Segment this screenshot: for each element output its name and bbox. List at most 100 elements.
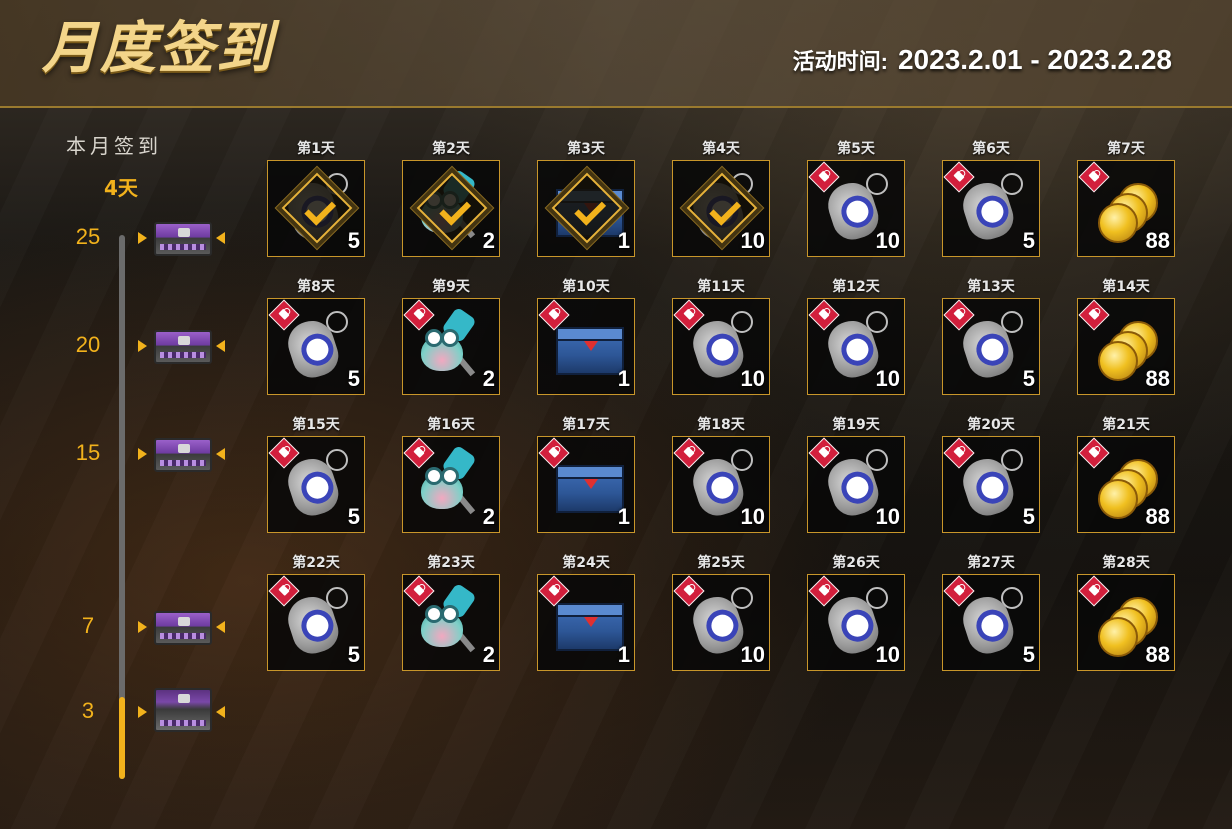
day-label: 第5天	[837, 141, 875, 157]
reward-quantity: 10	[740, 504, 765, 529]
day-reward-1[interactable]: 第1天 5	[267, 138, 365, 258]
purple-chest-icon[interactable]	[154, 222, 212, 256]
pointer-right-icon	[216, 340, 225, 352]
day-label: 第7天	[1107, 141, 1145, 157]
day-label: 第23天	[427, 555, 475, 571]
reward-slot[interactable]: 10	[672, 574, 770, 671]
day-reward-9[interactable]: 第9天 2	[402, 276, 500, 396]
reward-slot[interactable]: 5	[942, 436, 1040, 533]
day-label: 第9天	[432, 279, 470, 295]
reward-quantity: 10	[875, 228, 900, 253]
reward-quantity: 5	[347, 366, 360, 391]
day-reward-7[interactable]: 第7天 88	[1077, 138, 1175, 258]
reward-quantity: 2	[482, 642, 495, 667]
day-reward-27[interactable]: 第27天 5	[942, 552, 1040, 672]
day-reward-18[interactable]: 第18天 10	[672, 414, 770, 534]
day-reward-10[interactable]: 第10天 1	[537, 276, 635, 396]
day-reward-17[interactable]: 第17天 1	[537, 414, 635, 534]
day-reward-21[interactable]: 第21天 88	[1077, 414, 1175, 534]
day-reward-12[interactable]: 第12天 10	[807, 276, 905, 396]
reward-slot[interactable]: 10	[672, 298, 770, 395]
reward-slot[interactable]: 2	[402, 298, 500, 395]
reward-slot[interactable]: 5	[942, 574, 1040, 671]
reward-quantity: 10	[875, 642, 900, 667]
reward-quantity: 1	[617, 504, 630, 529]
day-label: 第26天	[832, 555, 880, 571]
day-reward-4[interactable]: 第4天 10	[672, 138, 770, 258]
milestone-7[interactable]: 7	[70, 603, 240, 653]
day-reward-15[interactable]: 第15天 5	[267, 414, 365, 534]
day-reward-24[interactable]: 第24天 1	[537, 552, 635, 672]
day-label: 第4天	[702, 141, 740, 157]
reward-quantity: 2	[482, 228, 495, 253]
day-reward-25[interactable]: 第25天 10	[672, 552, 770, 672]
milestone-days: 3	[81, 698, 95, 723]
page-title: 月度签到	[42, 16, 274, 81]
day-reward-2[interactable]: 第2天 2	[402, 138, 500, 258]
milestone-days: 20	[75, 332, 101, 357]
day-reward-22[interactable]: 第22天 5	[267, 552, 365, 672]
reward-slot[interactable]: 1	[537, 436, 635, 533]
reward-slot[interactable]: 5	[267, 436, 365, 533]
reward-slot[interactable]: 88	[1077, 436, 1175, 533]
day-label: 第22天	[292, 555, 340, 571]
day-label: 第3天	[567, 141, 605, 157]
purple-chest-icon[interactable]	[154, 330, 212, 364]
day-label: 第24天	[562, 555, 610, 571]
day-reward-19[interactable]: 第19天 10	[807, 414, 905, 534]
header-bar: 月度签到 活动时间: 2023.2.01 - 2023.2.28	[0, 0, 1232, 108]
reward-quantity: 5	[1022, 366, 1035, 391]
day-reward-5[interactable]: 第5天 10	[807, 138, 905, 258]
reward-quantity: 1	[617, 228, 630, 253]
reward-slot[interactable]: 10	[807, 436, 905, 533]
reward-quantity: 5	[1022, 228, 1035, 253]
reward-slot[interactable]: 10	[672, 160, 770, 257]
monthly-checkin-label: 本月签到	[66, 134, 162, 158]
reward-slot[interactable]: 5	[267, 574, 365, 671]
reward-slot[interactable]: 5	[942, 160, 1040, 257]
reward-slot[interactable]: 2	[402, 436, 500, 533]
day-reward-20[interactable]: 第20天 5	[942, 414, 1040, 534]
reward-slot[interactable]: 10	[807, 574, 905, 671]
purple-chest-icon[interactable]	[154, 438, 212, 472]
reward-slot[interactable]: 1	[537, 160, 635, 257]
day-reward-6[interactable]: 第6天 5	[942, 138, 1040, 258]
reward-slot[interactable]: 5	[267, 298, 365, 395]
reward-slot[interactable]: 88	[1077, 298, 1175, 395]
reward-slot[interactable]: 10	[807, 298, 905, 395]
reward-slot[interactable]: 2	[402, 160, 500, 257]
reward-slot[interactable]: 2	[402, 574, 500, 671]
milestone-15[interactable]: 15	[70, 430, 240, 480]
reward-quantity: 5	[1022, 504, 1035, 529]
day-reward-16[interactable]: 第16天 2	[402, 414, 500, 534]
day-reward-13[interactable]: 第13天 5	[942, 276, 1040, 396]
purple-chest-icon[interactable]	[154, 611, 212, 645]
milestone-20[interactable]: 20	[70, 322, 240, 372]
reward-quantity: 1	[617, 642, 630, 667]
event-period-label: 活动时间:	[792, 49, 888, 74]
milestone-3[interactable]: 3	[70, 688, 240, 738]
day-reward-28[interactable]: 第28天 88	[1077, 552, 1175, 672]
reward-quantity: 88	[1145, 228, 1170, 253]
reward-slot[interactable]: 10	[672, 436, 770, 533]
day-reward-26[interactable]: 第26天 10	[807, 552, 905, 672]
day-reward-11[interactable]: 第11天 10	[672, 276, 770, 396]
reward-slot[interactable]: 1	[537, 298, 635, 395]
day-reward-3[interactable]: 第3天 1	[537, 138, 635, 258]
day-label: 第13天	[967, 279, 1015, 295]
reward-slot[interactable]: 10	[807, 160, 905, 257]
milestone-25[interactable]: 25	[70, 214, 240, 264]
reward-quantity: 5	[347, 504, 360, 529]
open-chest-icon[interactable]	[154, 688, 212, 732]
reward-slot[interactable]: 88	[1077, 160, 1175, 257]
day-reward-8[interactable]: 第8天 5	[267, 276, 365, 396]
day-reward-14[interactable]: 第14天 88	[1077, 276, 1175, 396]
day-reward-23[interactable]: 第23天 2	[402, 552, 500, 672]
day-label: 第15天	[292, 417, 340, 433]
reward-slot[interactable]: 5	[267, 160, 365, 257]
milestone-days: 25	[75, 224, 101, 249]
reward-slot[interactable]: 1	[537, 574, 635, 671]
day-label: 第2天	[432, 141, 470, 157]
reward-slot[interactable]: 88	[1077, 574, 1175, 671]
reward-slot[interactable]: 5	[942, 298, 1040, 395]
